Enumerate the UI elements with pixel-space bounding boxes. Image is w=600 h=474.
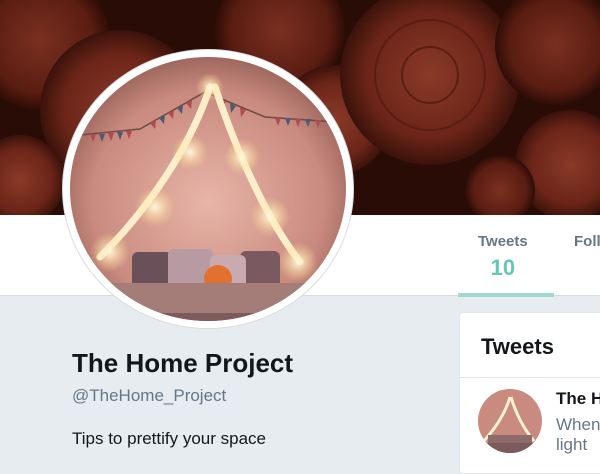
tweet-text-line-2: light — [556, 435, 588, 454]
tweet-author-name[interactable]: The H — [556, 389, 600, 409]
tab-following[interactable]: Foll — [574, 233, 600, 250]
tab-tweets-label: Tweets — [478, 233, 528, 250]
tab-tweets[interactable]: Tweets 10 — [478, 233, 528, 281]
tweet-author-avatar[interactable] — [478, 389, 542, 453]
profile-name: The Home Project — [72, 348, 294, 378]
active-tab-indicator — [458, 293, 554, 297]
avatar[interactable] — [63, 50, 353, 328]
tab-following-label: Foll — [574, 233, 600, 250]
profile-avatar-image — [70, 57, 346, 321]
divider — [460, 377, 600, 378]
tab-tweets-count: 10 — [490, 255, 516, 280]
profile-handle[interactable]: @TheHome_Project — [72, 386, 226, 406]
tweets-panel-title: Tweets — [481, 334, 554, 359]
profile-bio: Tips to prettify your space — [72, 429, 267, 448]
tweet-text: When light — [556, 415, 600, 455]
tweet-text-line-1: When — [556, 415, 600, 434]
